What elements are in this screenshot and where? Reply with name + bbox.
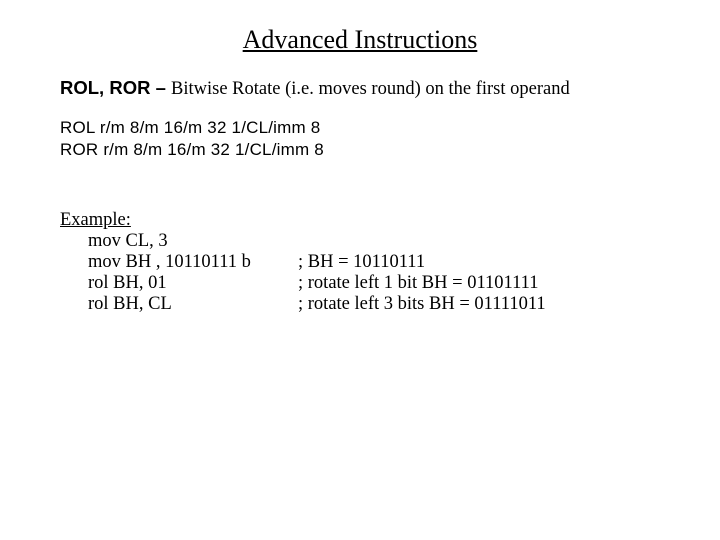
syntax-row-ror: ROR r/m 8/m 16/m 32 1/CL/imm 8 <box>60 140 660 160</box>
page-title: Advanced Instructions <box>60 25 660 55</box>
syntax-block: ROL r/m 8/m 16/m 32 1/CL/imm 8 ROR r/m 8… <box>60 118 660 160</box>
syntax-ops-ror: r/m 8/m 16/m 32 1/CL/imm 8 <box>98 140 324 159</box>
example-line-1: mov CL, 3 <box>88 231 660 252</box>
comment: ; rotate left 1 bit BH = 01101111 <box>298 273 538 294</box>
example-label: Example: <box>60 210 660 231</box>
code: rol BH, 01 <box>88 273 298 294</box>
syntax-mn-ror: ROR <box>60 140 98 159</box>
syntax-row-rol: ROL r/m 8/m 16/m 32 1/CL/imm 8 <box>60 118 660 138</box>
intro-line: ROL, ROR – Bitwise Rotate (i.e. moves ro… <box>60 77 660 100</box>
syntax-ops-rol: r/m 8/m 16/m 32 1/CL/imm 8 <box>95 118 321 137</box>
comment: ; BH = 10110111 <box>298 252 425 273</box>
intro-desc: Bitwise Rotate (i.e. moves round) on the… <box>171 79 570 99</box>
example-line-2: mov BH , 10110111 b ; BH = 10110111 <box>60 252 660 273</box>
code: mov BH , 10110111 b <box>88 252 298 273</box>
mnemonic-names: ROL, ROR <box>60 77 150 98</box>
example-line-4: rol BH, CL ; rotate left 3 bits BH = 011… <box>60 294 660 315</box>
dash: – <box>150 77 171 98</box>
comment: ; rotate left 3 bits BH = 01111011 <box>298 294 546 315</box>
example-line-3: rol BH, 01 ; rotate left 1 bit BH = 0110… <box>60 273 660 294</box>
code: rol BH, CL <box>88 294 298 315</box>
example-block: Example: mov CL, 3 mov BH , 10110111 b ;… <box>60 210 660 315</box>
syntax-mn-rol: ROL <box>60 118 95 137</box>
